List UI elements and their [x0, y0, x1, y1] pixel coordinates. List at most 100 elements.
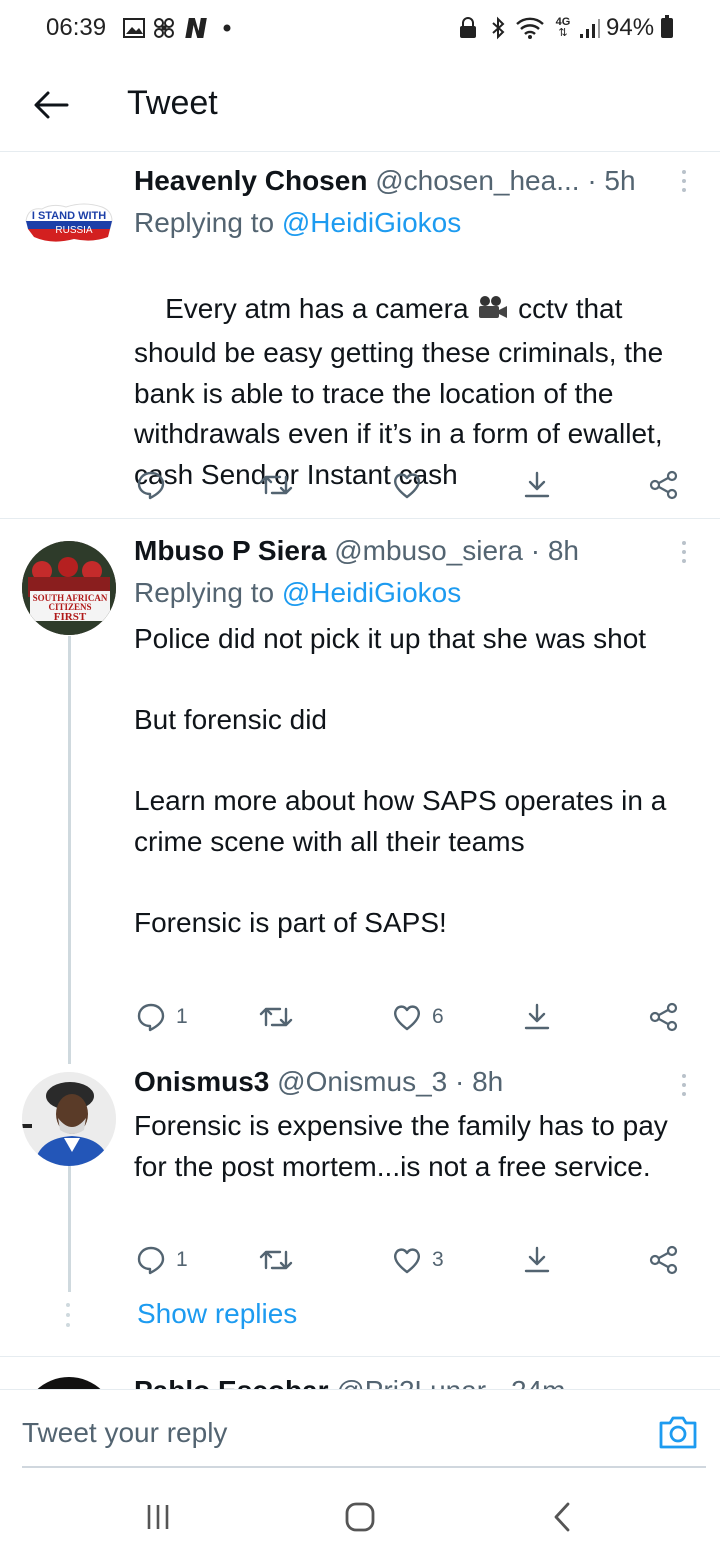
tweet-header: Mbuso P Siera @mbuso_siera · 8h — [134, 535, 579, 567]
retweet-icon — [259, 1250, 293, 1270]
handle-and-time: @Onismus_3 · 8h — [269, 1066, 504, 1097]
replying-to: Replying to @HeidiGiokos — [134, 577, 462, 608]
save-button[interactable] — [522, 465, 552, 505]
camera-icon — [659, 1416, 697, 1449]
like-count: 3 — [432, 1248, 444, 1271]
handle-and-time: @mbuso_siera · 8h — [326, 535, 579, 566]
tweet-header: Onismus3 @Onismus_3 · 8h — [134, 1066, 503, 1098]
reply-button[interactable]: 1 — [136, 997, 188, 1037]
svg-text:RUSSIA: RUSSIA — [55, 225, 93, 236]
battery-level: 94% — [606, 14, 655, 41]
reply-button[interactable]: 1 — [136, 1240, 188, 1280]
handle-and-time: @chosen_hea... · 5h — [367, 165, 636, 196]
like-button[interactable]: 6 — [392, 997, 444, 1037]
reply-composer: Tweet your reply — [0, 1389, 720, 1467]
reply-handle-link[interactable]: @HeidiGiokos — [282, 207, 461, 238]
recent-apps-button[interactable] — [138, 1500, 178, 1534]
avatar[interactable]: I STAND WITH RUSSIA — [22, 169, 116, 263]
tweet-header: Pablo Escobar @Pri2Lunar · 24m — [134, 1375, 565, 1390]
svg-text:I STAND WITH: I STAND WITH — [32, 210, 106, 222]
reply-button[interactable] — [136, 465, 176, 505]
system-back-button[interactable] — [542, 1500, 582, 1534]
tweet-actions: 1 3 — [0, 1240, 720, 1280]
tweet-header: Heavenly Chosen @chosen_hea... · 5h — [134, 165, 636, 197]
back-button[interactable] — [26, 82, 76, 128]
save-button[interactable] — [522, 997, 552, 1037]
reply-count: 1 — [176, 1005, 188, 1028]
system-nav-bar — [0, 1470, 720, 1560]
more-options-button[interactable] — [672, 1070, 696, 1100]
pinwheel-icon — [152, 16, 176, 40]
like-button[interactable] — [392, 465, 432, 505]
page-title: Tweet — [127, 84, 218, 122]
like-button[interactable]: 3 — [392, 1240, 444, 1280]
reply-underline — [22, 1466, 706, 1468]
tweet[interactable]: I STAND WITH RUSSIA Heavenly Chosen @cho… — [0, 153, 720, 518]
share-icon — [649, 1002, 678, 1032]
share-button[interactable] — [649, 1240, 679, 1280]
tweet-actions — [0, 465, 720, 505]
tweet-text: Police did not pick it up that she was s… — [134, 623, 667, 939]
reply-icon — [137, 1246, 165, 1275]
download-icon — [524, 1003, 550, 1030]
display-name[interactable]: Onismus3 — [134, 1066, 269, 1097]
tweet[interactable]: Onismus3 @Onismus_3 · 8h Forensic is exp… — [0, 1050, 720, 1290]
tweet-text: Forensic is expensive the family has to … — [134, 1110, 676, 1182]
retweet-button[interactable] — [258, 465, 304, 505]
bluetooth-icon — [488, 16, 508, 40]
display-name[interactable]: Pablo Escobar — [134, 1375, 329, 1390]
like-count: 6 — [432, 1005, 444, 1028]
reply-icon — [137, 1003, 165, 1032]
retweet-icon — [259, 475, 293, 495]
reply-icon — [137, 471, 165, 500]
avatar[interactable]: SOUTH AFRICAN CITIZENS FIRST — [22, 541, 116, 635]
protest-avatar-icon: SOUTH AFRICAN CITIZENS FIRST — [22, 541, 116, 635]
download-icon — [524, 471, 550, 498]
gallery-icon — [122, 16, 146, 40]
reply-handle-link[interactable]: @HeidiGiokos — [282, 577, 461, 608]
display-name[interactable]: Mbuso P Siera — [134, 535, 326, 566]
tweet[interactable]: SOUTH AFRICAN CITIZENS FIRST Mbuso P Sie… — [0, 519, 720, 1049]
handle-and-time: @Pri2Lunar · 24m — [329, 1375, 565, 1390]
retweet-button[interactable] — [258, 1240, 304, 1280]
download-icon — [524, 1246, 550, 1273]
dot-icon — [222, 16, 232, 40]
home-icon — [345, 1502, 375, 1532]
retweet-button[interactable] — [258, 997, 304, 1037]
share-button[interactable] — [649, 997, 679, 1037]
recent-apps-icon — [147, 1505, 169, 1529]
header: Tweet — [0, 60, 720, 152]
camera-button[interactable] — [658, 1414, 698, 1450]
show-replies-link[interactable]: Show replies — [137, 1298, 297, 1330]
signal-icon — [578, 16, 602, 40]
more-options-button[interactable] — [672, 166, 696, 196]
arrow-left-icon — [34, 91, 69, 119]
battery-icon — [661, 15, 673, 38]
share-icon — [649, 1245, 678, 1275]
home-button[interactable] — [340, 1500, 380, 1534]
netflix-icon — [182, 16, 208, 40]
svg-text:FIRST: FIRST — [54, 611, 87, 623]
heart-icon — [393, 1005, 421, 1031]
status-time: 06:39 — [46, 14, 107, 41]
russia-flag-avatar-icon: I STAND WITH RUSSIA — [25, 203, 113, 242]
person-avatar-icon — [22, 1072, 116, 1166]
network-type: 4G ⇅ — [555, 16, 571, 39]
reply-input[interactable]: Tweet your reply — [22, 1417, 227, 1449]
thread-continuation-dots — [66, 1303, 72, 1327]
retweet-icon — [259, 1007, 293, 1027]
tweet-actions: 1 6 — [0, 997, 720, 1037]
wifi-icon — [514, 16, 546, 40]
share-button[interactable] — [649, 465, 679, 505]
replying-to: Replying to @HeidiGiokos — [134, 207, 462, 238]
heart-icon — [393, 1248, 421, 1274]
share-icon — [649, 470, 678, 500]
display-name[interactable]: Heavenly Chosen — [134, 165, 367, 196]
more-options-button[interactable] — [672, 537, 696, 567]
reply-count: 1 — [176, 1248, 188, 1271]
save-button[interactable] — [522, 1240, 552, 1280]
avatar[interactable] — [22, 1072, 116, 1166]
movie-camera-icon — [476, 293, 510, 334]
lock-icon — [458, 16, 478, 40]
partial-tweet[interactable]: Pablo Escobar @Pri2Lunar · 24m — [0, 1356, 720, 1390]
